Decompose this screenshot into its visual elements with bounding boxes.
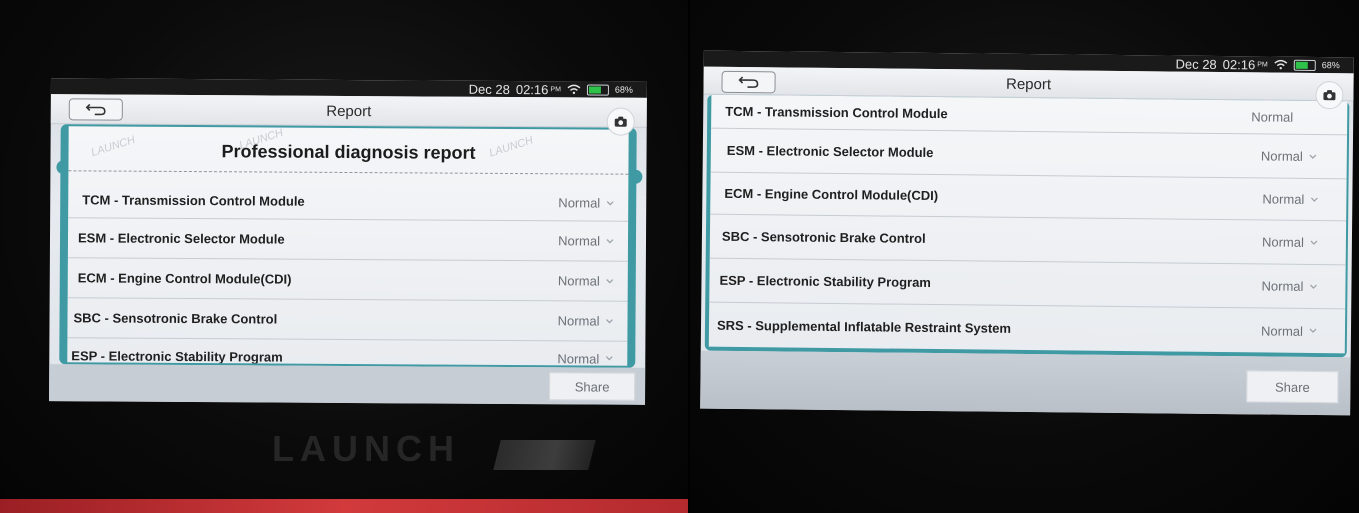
module-row[interactable]: SBC - Sensotronic Brake Control Normal [67,298,628,342]
camera-icon [614,116,627,127]
module-status-label: Normal [557,273,600,289]
camera-icon [1323,90,1336,101]
title-bar: Report [50,94,647,128]
share-button[interactable]: Share [1246,370,1339,404]
frame-right-dot [628,169,643,184]
module-name: ESP - Electronic Stability Program [71,347,283,365]
battery-percent: 68% [614,84,633,95]
module-name: ESM - Electronic Selector Module [77,230,285,247]
report-panel: TCM - Transmission Control Module Normal… [708,94,1348,354]
module-row[interactable]: ECM - Engine Control Module(CDI) Normal [710,172,1347,222]
module-status-label: Normal [557,350,600,366]
chevron-down-icon [606,318,613,323]
screen-title: Report [326,102,372,121]
battery-icon [1293,59,1316,71]
module-status[interactable]: Normal [557,273,614,289]
module-status-label: Normal [557,313,600,329]
screen-title: Report [1005,75,1052,94]
module-name: SBC - Sensotronic Brake Control [73,310,278,327]
device-brand-label: LAUNCH [272,428,460,469]
battery-percent: 68% [1321,60,1340,71]
module-status[interactable]: Normal [558,195,614,211]
screenshot-button[interactable] [606,107,635,136]
screenshot-button[interactable] [1315,81,1344,110]
module-status-label: Normal [1261,278,1304,294]
wifi-icon [1274,59,1288,70]
device-glare [493,440,596,470]
wifi-icon [567,84,581,95]
status-date: Dec 28 [468,81,510,97]
module-status-label: Normal [1260,148,1303,164]
battery-icon [586,83,609,96]
chevron-down-icon [605,356,613,361]
chevron-down-icon [606,200,614,205]
module-row[interactable]: SBC - Sensotronic Brake Control Normal [709,214,1347,266]
module-status-label: Normal [1261,234,1304,250]
chevron-down-icon [1310,240,1318,245]
module-name: ESP - Electronic Stability Program [719,272,931,290]
module-row[interactable]: SRS - Supplemental Inflatable Restraint … [709,303,1345,354]
module-name: ECM - Engine Control Module(CDI) [77,270,292,287]
status-time: 02:16 [515,81,549,97]
heading-divider [68,170,629,175]
module-row[interactable]: ESM - Electronic Selector Module Normal [710,128,1348,180]
chevron-down-icon [1310,284,1317,289]
module-row[interactable]: TCM - Transmission Control Module Normal [68,182,629,222]
module-name: SRS - Supplemental Inflatable Restraint … [716,317,1012,336]
module-name: TCM - Transmission Control Module [725,103,948,122]
chevron-down-icon [606,238,614,243]
device-red-strip [0,499,688,513]
module-status[interactable]: Normal [1261,148,1317,164]
left-device-screen: Dec 28 02:16 PM 68% Report LAUNCH LAUNCH… [49,78,647,405]
module-name: SBC - Sensotronic Brake Control [721,228,926,246]
module-row[interactable]: ESM - Electronic Selector Module Normal [67,218,629,262]
module-status-label: Normal [558,195,601,211]
module-status-label: Normal [558,233,601,249]
chevron-down-icon [1309,328,1317,333]
module-name: ECM - Engine Control Module(CDI) [724,185,939,204]
report-panel: LAUNCH LAUNCH LAUNCH Professional diagno… [67,126,629,366]
status-ampm: PM [550,85,561,93]
module-name: ESM - Electronic Selector Module [726,142,934,161]
module-status[interactable]: Normal [1261,323,1317,339]
right-device-screen: Dec 28 02:16 PM 68% Report TCM - Transmi… [700,50,1354,416]
module-status-label: Normal [1262,191,1305,207]
chevron-down-icon [1310,197,1318,202]
chevron-down-icon [606,278,614,283]
status-date: Dec 28 [1175,56,1217,72]
module-status[interactable]: Normal [558,233,614,249]
module-status[interactable]: Normal [557,313,614,329]
module-row[interactable]: ESP - Electronic Stability Program Norma… [709,258,1346,310]
module-status[interactable]: Normal [557,351,613,366]
module-status-label: Normal [1261,322,1304,339]
module-row[interactable]: ECM - Engine Control Module(CDI) Normal [67,258,628,302]
module-status[interactable]: Normal [1262,234,1318,250]
share-button[interactable]: Share [549,372,636,401]
module-status-label: Normal [1251,109,1294,125]
module-name: TCM - Transmission Control Module [82,192,305,209]
status-ampm: PM [1257,60,1268,69]
module-status[interactable]: Normal [1261,278,1317,294]
status-time: 02:16 [1222,56,1256,72]
module-status[interactable]: Normal [1251,109,1293,124]
report-heading: Professional diagnosis report [221,141,476,163]
chevron-down-icon [1309,154,1317,159]
module-row[interactable]: ESP - Electronic Stability Program Norma… [67,338,627,366]
module-status[interactable]: Normal [1262,191,1318,207]
